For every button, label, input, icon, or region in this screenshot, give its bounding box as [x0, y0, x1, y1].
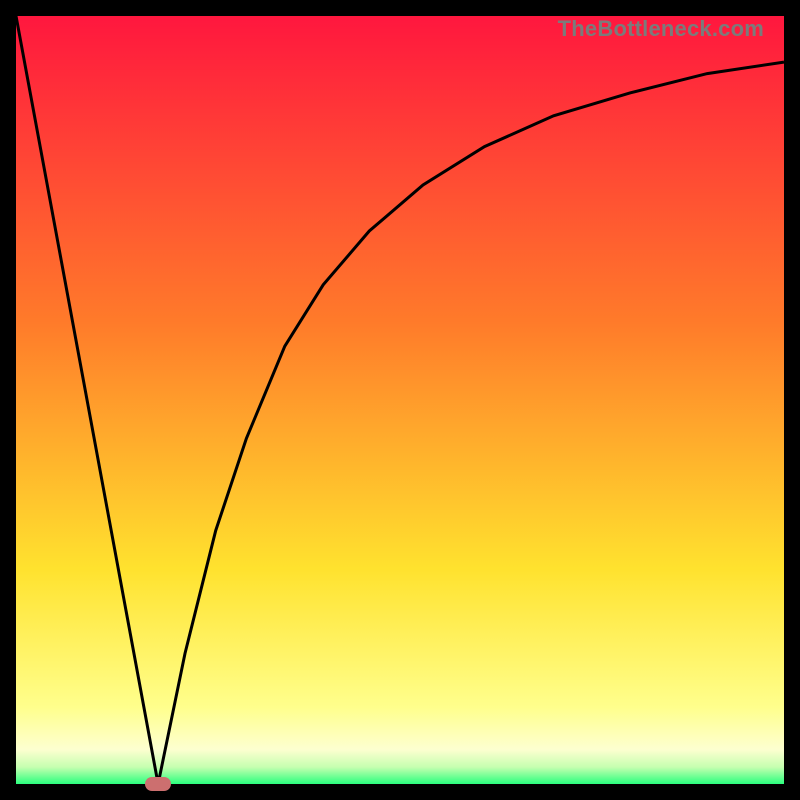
chart-frame: TheBottleneck.com: [16, 16, 784, 784]
watermark-text: TheBottleneck.com: [558, 16, 764, 42]
chart-plot: [16, 16, 784, 784]
gradient-background: [16, 16, 784, 784]
optimum-marker: [145, 777, 171, 791]
